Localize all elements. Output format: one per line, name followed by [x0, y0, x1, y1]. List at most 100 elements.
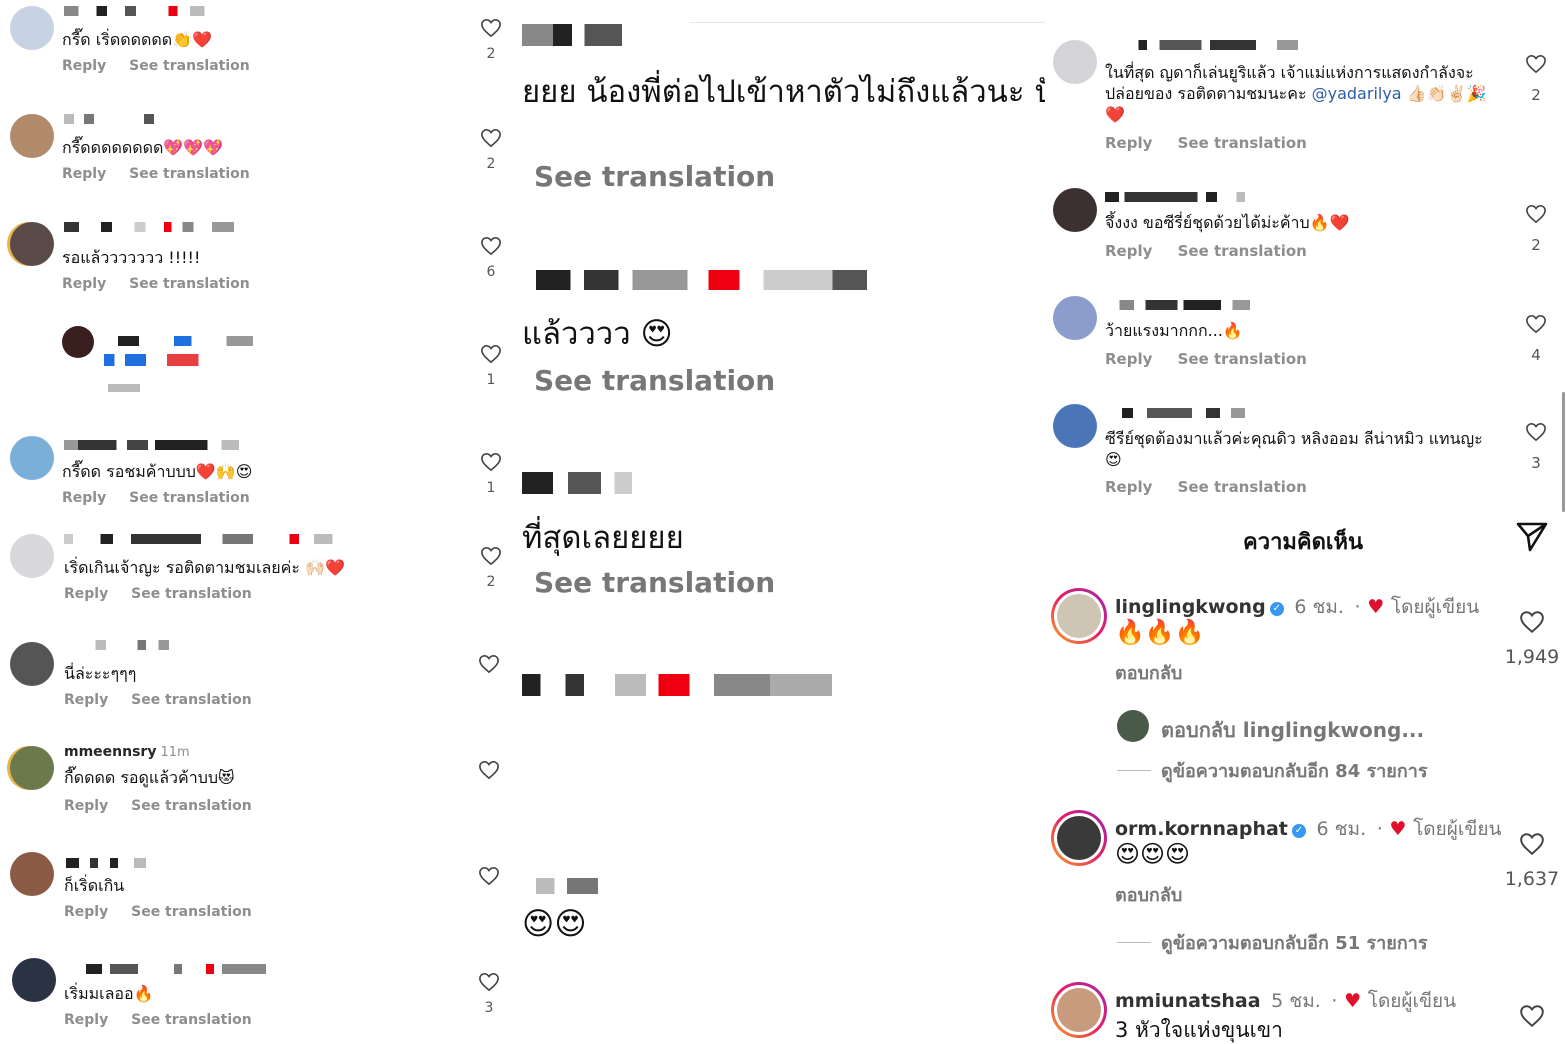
- heart-icon: [1520, 611, 1544, 634]
- see-translation-link[interactable]: See translation: [1178, 242, 1307, 260]
- reply-button[interactable]: Reply: [64, 798, 108, 814]
- reply-button[interactable]: Reply: [64, 904, 108, 920]
- reply-button[interactable]: Reply: [62, 166, 106, 182]
- see-translation-link[interactable]: See translation: [1178, 478, 1307, 496]
- reply-button[interactable]: Reply: [62, 276, 106, 292]
- see-translation-link[interactable]: See translation: [131, 798, 252, 814]
- avatar[interactable]: [1051, 982, 1107, 1038]
- like-button[interactable]: 2: [476, 18, 506, 62]
- comment-text: 😍😍: [522, 906, 587, 942]
- comment-item: mmeennsry 11m กี๊ดดดด รอดูแล้วค้าบบ😻 Repl…: [0, 740, 520, 840]
- see-translation-link[interactable]: See translation: [131, 692, 252, 708]
- blurred-username: [522, 270, 867, 290]
- comment-text: ในที่สุด ญดาก็เล่นยูริแล้ว เจ้าแม่แห่งกา…: [1105, 62, 1495, 125]
- heart-icon: [1526, 54, 1546, 74]
- see-translation-link[interactable]: See translation: [1178, 350, 1307, 368]
- like-button[interactable]: 1,949: [1497, 610, 1566, 668]
- see-translation-link[interactable]: See translation: [129, 166, 250, 182]
- reply-button[interactable]: Reply: [64, 1012, 108, 1028]
- timestamp: 11m: [160, 745, 190, 760]
- blurred-username: [64, 6, 244, 16]
- reply-button[interactable]: Reply: [1105, 478, 1152, 496]
- avatar[interactable]: [10, 222, 54, 266]
- like-button[interactable]: 2: [476, 546, 506, 590]
- comment-text: 🔥🔥🔥: [1115, 618, 1205, 646]
- avatar[interactable]: [10, 6, 54, 50]
- heart-icon: [481, 128, 501, 148]
- comment-item: นี่ล่ะะะๆๆๆ Reply See translation: [0, 636, 520, 736]
- scrollbar[interactable]: [1562, 392, 1565, 512]
- heart-icon: [1526, 204, 1546, 224]
- like-button[interactable]: 1,637: [1497, 832, 1566, 890]
- reply-button[interactable]: Reply: [1105, 242, 1152, 260]
- heart-icon: [1526, 422, 1546, 442]
- see-translation-link[interactable]: See translation: [131, 904, 252, 920]
- like-button[interactable]: 1: [476, 344, 506, 388]
- like-count: 2: [1531, 236, 1541, 254]
- like-button[interactable]: [1497, 1004, 1566, 1032]
- avatar[interactable]: [12, 958, 56, 1002]
- heart-icon: ♥: [1389, 818, 1407, 840]
- avatar[interactable]: [10, 852, 54, 896]
- username[interactable]: orm.kornnaphat: [1115, 818, 1288, 840]
- avatar[interactable]: [1053, 296, 1097, 340]
- see-translation-link[interactable]: See translation: [129, 276, 250, 292]
- avatar[interactable]: [1051, 810, 1107, 866]
- view-more-replies[interactable]: ดูข้อความตอบกลับอีก 84 รายการ: [1117, 756, 1428, 785]
- comment-item: รอแล้ววววววว !!!!! Reply See translation: [0, 216, 520, 316]
- avatar[interactable]: [10, 534, 54, 578]
- avatar[interactable]: [1053, 40, 1097, 84]
- see-translation-link[interactable]: See translation: [534, 364, 775, 397]
- reply-button[interactable]: Reply: [62, 490, 106, 506]
- see-translation-link[interactable]: See translation: [534, 566, 775, 599]
- reply-button[interactable]: Reply: [62, 58, 106, 74]
- like-button[interactable]: [474, 654, 504, 674]
- avatar[interactable]: [1053, 404, 1097, 448]
- like-button[interactable]: 1: [476, 452, 506, 496]
- like-button[interactable]: 3: [474, 972, 504, 1016]
- avatar[interactable]: [10, 746, 54, 790]
- comment-text: ยยย น้องพี่ต่อไปเข้าหาตัวไม่ถึงแล้วนะ ปั: [522, 74, 1045, 110]
- mention-link[interactable]: @yadarilya: [1312, 84, 1402, 103]
- timestamp: 5 ชม.: [1271, 990, 1321, 1012]
- view-more-replies[interactable]: ดูข้อความตอบกลับอีก 51 รายการ: [1117, 928, 1428, 957]
- like-button[interactable]: 2: [1521, 54, 1551, 104]
- reply-button[interactable]: Reply: [64, 692, 108, 708]
- avatar[interactable]: [10, 642, 54, 686]
- comment-text: 😍😍😍: [1115, 840, 1191, 868]
- like-button[interactable]: 4: [1521, 314, 1551, 364]
- reply-button[interactable]: Reply: [1105, 134, 1152, 152]
- like-count: 2: [486, 574, 496, 590]
- avatar[interactable]: [62, 326, 94, 358]
- like-button[interactable]: 6: [476, 236, 506, 280]
- username[interactable]: mmiunatshaa: [1115, 990, 1261, 1012]
- avatar[interactable]: [10, 436, 54, 480]
- like-button[interactable]: 2: [1521, 204, 1551, 254]
- see-translation-link[interactable]: See translation: [129, 490, 250, 506]
- blurred-text: [104, 354, 209, 366]
- see-translation-link[interactable]: See translation: [1178, 134, 1307, 152]
- username[interactable]: linglingkwong: [1115, 596, 1266, 618]
- liked-by-author-label: โดยผู้เขียน: [1367, 990, 1457, 1012]
- reply-button[interactable]: Reply: [1105, 350, 1152, 368]
- reply-button[interactable]: ตอบกลับ: [1115, 880, 1182, 909]
- reply-preview[interactable]: ตอบกลับ linglingkwong...: [1161, 714, 1424, 746]
- see-translation-link[interactable]: See translation: [131, 586, 252, 602]
- avatar[interactable]: [1117, 710, 1149, 742]
- reply-button[interactable]: Reply: [64, 586, 108, 602]
- like-button[interactable]: [474, 760, 504, 780]
- like-button[interactable]: 3: [1521, 422, 1551, 472]
- see-translation-link[interactable]: See translation: [534, 160, 775, 193]
- avatar[interactable]: [1051, 588, 1107, 644]
- send-button[interactable]: [1515, 520, 1549, 556]
- like-button[interactable]: 2: [476, 128, 506, 172]
- blurred-username: [1105, 408, 1245, 418]
- avatar[interactable]: [10, 114, 54, 158]
- heart-icon: [479, 654, 499, 674]
- avatar[interactable]: [1053, 188, 1097, 232]
- see-translation-link[interactable]: See translation: [131, 1012, 252, 1028]
- username[interactable]: mmeennsry: [64, 744, 156, 760]
- like-button[interactable]: [474, 866, 504, 886]
- reply-button[interactable]: ตอบกลับ: [1115, 658, 1182, 687]
- see-translation-link[interactable]: See translation: [129, 58, 250, 74]
